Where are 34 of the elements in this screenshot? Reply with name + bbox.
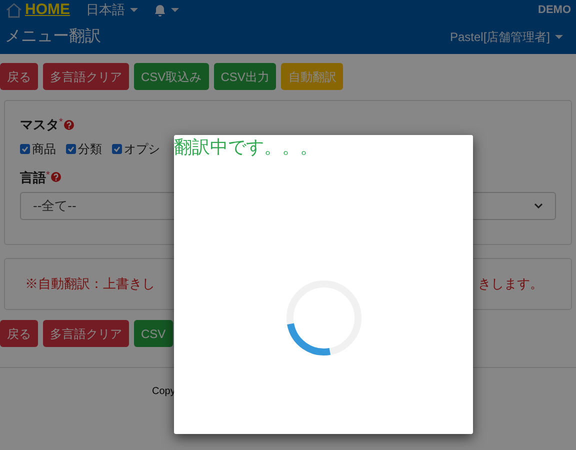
action-button[interactable]: 戻る (0, 320, 38, 347)
action-button[interactable]: 戻る (0, 63, 38, 90)
demo-label: DEMO (538, 2, 571, 18)
checkbox-label: オプシ (124, 140, 160, 158)
help-icon (64, 120, 74, 130)
caret-icon (130, 8, 138, 12)
caret-icon (555, 35, 563, 39)
language-menu[interactable]: 日本語 (86, 0, 138, 20)
notice-text: ※自動翻訳：上書きし (25, 275, 155, 294)
required-mark: * (59, 116, 63, 130)
checkbox[interactable] (20, 144, 30, 154)
page-title: メニュー翻訳 (5, 26, 101, 47)
home-link[interactable]: HOME (5, 0, 70, 22)
required-mark: * (46, 168, 50, 182)
field-label: 言語 (20, 168, 46, 186)
dialog-title: 翻訳中です。。。 (174, 136, 318, 159)
field-label: マスタ (20, 116, 59, 134)
chevron-icon (534, 203, 543, 209)
footer-text: Copy (152, 386, 176, 397)
action-button[interactable]: CSV出力 (214, 63, 276, 90)
action-button[interactable]: 多言語クリア (43, 63, 129, 90)
action-button[interactable]: CSV取込み (134, 63, 209, 90)
user-menu[interactable]: Pastel[店舗管理者] (450, 28, 563, 46)
bell-icon[interactable] (154, 4, 166, 16)
help-icon (50, 172, 61, 182)
action-button[interactable]: 多言語クリア (43, 320, 129, 347)
home-icon (5, 2, 23, 18)
checkbox-label: 商品 (32, 140, 56, 158)
checkbox[interactable] (112, 144, 122, 154)
notice-text: きします。 (478, 275, 543, 294)
caret-icon (171, 8, 179, 12)
checkbox-label: 分類 (78, 140, 102, 158)
action-button[interactable]: CSV (134, 320, 173, 347)
checkbox[interactable] (66, 144, 76, 154)
